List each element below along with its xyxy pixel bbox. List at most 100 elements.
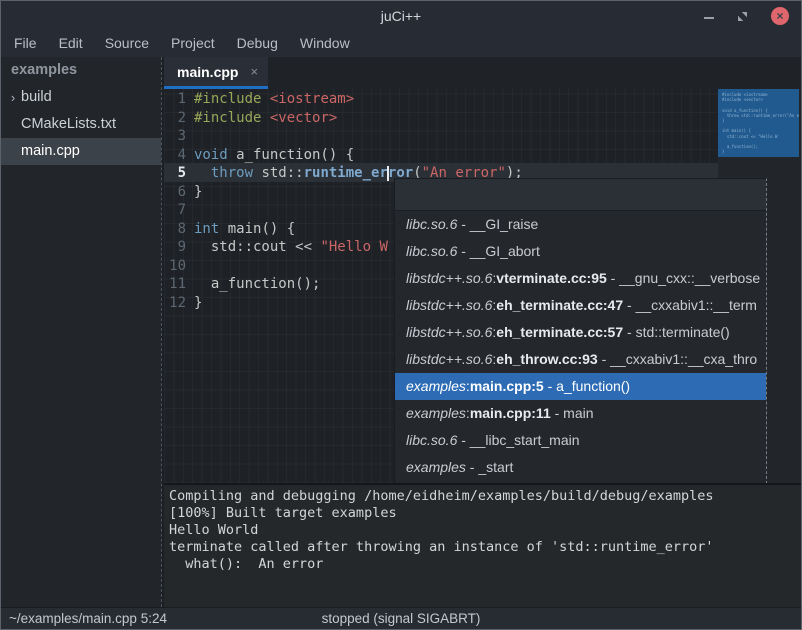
backtrace-search-input[interactable] [395, 179, 766, 211]
code-token: void [194, 147, 228, 163]
line-number: 11 [164, 275, 186, 294]
menu-item-edit[interactable]: Edit [48, 31, 94, 57]
code-token [194, 165, 211, 181]
restore-icon[interactable] [738, 12, 747, 21]
code-line-text [186, 257, 194, 276]
tab-main-cpp[interactable]: main.cpp × [164, 57, 268, 89]
frame-text-segment: - __GI_raise [457, 216, 538, 232]
backtrace-popup: libc.so.6 - __GI_raiselibc.so.6 - __GI_a… [394, 178, 767, 483]
backtrace-frame[interactable]: libstdc++.so.6:eh_terminate.cc:47 - __cx… [395, 292, 766, 319]
backtrace-frame[interactable]: examples - _start [395, 454, 766, 481]
frame-text-segment: examples [406, 378, 466, 394]
code-token: } [194, 295, 202, 311]
line-number: 8 [164, 220, 186, 239]
terminal-line: what(): An error [169, 556, 796, 573]
frame-text-segment: - __GI_abort [457, 243, 540, 259]
code-line[interactable]: 2#include <vector> [164, 109, 718, 128]
window-title: juCi++ [1, 1, 801, 31]
frame-text-segment: libstdc++.so.6 [406, 270, 492, 286]
frame-text-segment: libstdc++.so.6 [406, 324, 492, 340]
code-line-text: } [186, 294, 202, 313]
frame-text-segment: - std::terminate() [623, 324, 730, 340]
tab-close-icon[interactable]: × [250, 64, 258, 79]
backtrace-frame[interactable]: libstdc++.so.6:eh_throw.cc:93 - __cxxabi… [395, 346, 766, 373]
code-token: } [194, 184, 202, 200]
frame-text-segment: libc.so.6 [406, 432, 457, 448]
frame-text-segment: eh_terminate.cc:57 [496, 324, 623, 340]
frame-text-segment: - __cxxabiv1::__cxa_thro [598, 351, 758, 367]
code-token: #include [194, 91, 261, 107]
window-controls: × [704, 1, 789, 31]
code-line-text: #include <vector> [186, 109, 337, 128]
code-token: <vector> [270, 110, 337, 126]
menu-item-window[interactable]: Window [289, 31, 361, 57]
code-line[interactable]: 4void a_function() { [164, 146, 718, 165]
code-line-text [186, 201, 194, 220]
sidebar-item-label: main.cpp [21, 138, 80, 165]
code-line-text [186, 127, 194, 146]
line-number: 10 [164, 257, 186, 276]
backtrace-frame[interactable]: libc.so.6 - __GI_abort [395, 238, 766, 265]
line-number: 6 [164, 183, 186, 202]
backtrace-frame[interactable]: libc.so.6 - __GI_raise [395, 211, 766, 238]
close-icon[interactable]: × [771, 7, 789, 25]
code-token [261, 110, 269, 126]
editor-pane: main.cpp × 1#include <iostream>2#include… [164, 57, 801, 607]
code-token: #include [194, 110, 261, 126]
code-token: main() { [219, 221, 295, 237]
frame-text-segment: eh_terminate.cc:47 [496, 297, 623, 313]
line-number: 1 [164, 90, 186, 109]
code-line[interactable]: 1#include <iostream> [164, 90, 718, 109]
terminal-line: [100%] Built target examples [169, 505, 796, 522]
code-line[interactable]: 3 [164, 127, 718, 146]
backtrace-frame[interactable]: libc.so.6 - __libc_start_main [395, 427, 766, 454]
code-token [261, 91, 269, 107]
backtrace-frame[interactable]: examples:main.cpp:5 - a_function() [395, 373, 766, 400]
frame-text-segment: libstdc++.so.6 [406, 351, 492, 367]
chevron-right-icon[interactable]: › [5, 84, 21, 111]
menu-item-source[interactable]: Source [94, 31, 160, 57]
status-bar: ~/examples/main.cpp 5:24 stopped (signal… [1, 607, 801, 629]
frame-text-segment: - __libc_start_main [457, 432, 579, 448]
code-line-text: void a_function() { [186, 146, 354, 165]
menu-bar: FileEditSourceProjectDebugWindow [1, 31, 801, 57]
terminal-line: Hello World [169, 522, 796, 539]
frame-text-segment: eh_throw.cc:93 [496, 351, 597, 367]
menu-item-project[interactable]: Project [160, 31, 226, 57]
tab-bar: main.cpp × [164, 57, 801, 89]
sidebar-item-main-cpp[interactable]: main.cpp [1, 138, 161, 165]
line-number: 3 [164, 127, 186, 146]
code-line-text: #include <iostream> [186, 90, 354, 109]
frame-text-segment: - _start [466, 459, 513, 475]
app-window: juCi++ × FileEditSourceProjectDebugWindo… [0, 0, 802, 630]
code-token: runtime_er [304, 165, 388, 181]
code-line-text: int main() { [186, 220, 295, 239]
backtrace-frame[interactable]: examples:main.cpp:11 - main [395, 400, 766, 427]
project-name-header: examples [1, 57, 161, 84]
build-output-terminal[interactable]: Compiling and debugging /home/eidheim/ex… [164, 483, 801, 607]
line-number: 2 [164, 109, 186, 128]
code-token: "Hello W [320, 239, 387, 255]
backtrace-frame[interactable]: libstdc++.so.6:eh_terminate.cc:57 - std:… [395, 319, 766, 346]
source-map-viewport[interactable]: #include <iostream> #include <vector> vo… [718, 89, 799, 157]
frame-text-segment: libc.so.6 [406, 243, 457, 259]
main-area: examples ›buildCMakeLists.txtmain.cpp ma… [1, 57, 801, 607]
menu-item-file[interactable]: File [3, 31, 48, 57]
line-number: 9 [164, 238, 186, 257]
terminal-line: Compiling and debugging /home/eidheim/ex… [169, 488, 796, 505]
code-editor[interactable]: 1#include <iostream>2#include <vector>34… [164, 89, 801, 483]
minimize-icon[interactable] [704, 17, 714, 19]
sidebar-item-label: CMakeLists.txt [21, 111, 116, 138]
code-token: throw [211, 165, 253, 181]
sidebar-item-build[interactable]: ›build [1, 84, 161, 111]
frame-text-segment: examples [406, 459, 466, 475]
frame-text-segment: - a_function() [544, 378, 630, 394]
backtrace-frame[interactable]: libstdc++.so.6:vterminate.cc:95 - __gnu_… [395, 265, 766, 292]
sidebar-item-cmakelists-txt[interactable]: CMakeLists.txt [1, 111, 161, 138]
line-number: 4 [164, 146, 186, 165]
line-number: 7 [164, 201, 186, 220]
menu-item-debug[interactable]: Debug [226, 31, 289, 57]
code-line-text: } [186, 183, 202, 202]
code-token: a_function(); [194, 276, 320, 292]
frame-text-segment: examples [406, 405, 466, 421]
